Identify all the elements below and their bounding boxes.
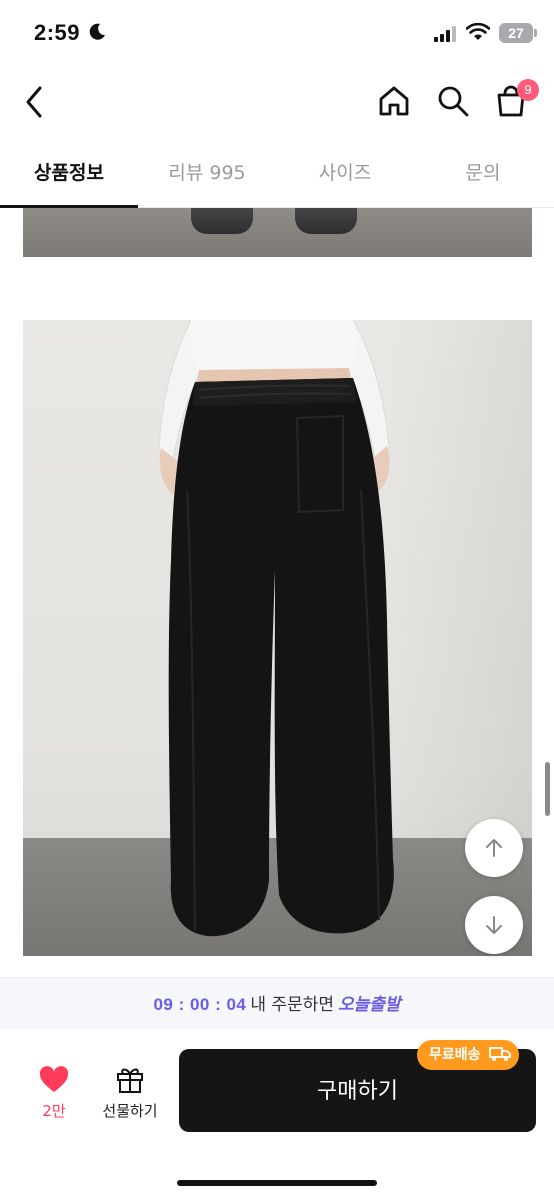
tab-inquiry[interactable]: 문의 xyxy=(414,158,552,185)
countdown-text: 내 주문하면 xyxy=(250,995,334,1015)
tab-size[interactable]: 사이즈 xyxy=(276,158,414,185)
heart-icon xyxy=(39,1066,69,1092)
status-bar: 2:59 27 xyxy=(0,0,554,66)
gift-icon xyxy=(117,1068,143,1093)
battery-tip xyxy=(534,29,537,37)
search-icon[interactable] xyxy=(436,84,470,118)
free-shipping-badge: 무료배송 xyxy=(417,1040,520,1070)
like-count: 2만 xyxy=(42,1102,66,1120)
status-time: 2:59 xyxy=(34,20,81,45)
model-wearing-pants xyxy=(158,320,394,937)
cellular-signal-icon xyxy=(434,26,456,42)
shoe-left xyxy=(191,208,253,234)
bottom-action-bar: 2만 선물하기 구매하기 무료배송 xyxy=(0,1030,554,1200)
free-shipping-label: 무료배송 xyxy=(429,1047,481,1063)
scroll-up-button[interactable] xyxy=(465,819,523,877)
like-button[interactable]: 2만 xyxy=(28,1066,80,1121)
truck-icon xyxy=(489,1047,512,1061)
navigation-bar: 9 xyxy=(0,66,554,138)
product-image-main xyxy=(23,320,532,956)
moon-icon xyxy=(89,23,105,40)
scroll-down-button[interactable] xyxy=(465,896,523,954)
gift-label: 선물하기 xyxy=(102,1102,158,1120)
shipping-countdown-bar: 09 : 00 : 04 내 주문하면 오늘출발 xyxy=(0,977,554,1030)
gift-button[interactable]: 선물하기 xyxy=(94,1064,166,1121)
cart-count-badge: 9 xyxy=(517,79,539,101)
ship-today-label: 오늘출발 xyxy=(338,995,401,1015)
home-icon[interactable] xyxy=(377,84,411,118)
product-tabs: 상품정보 리뷰 995 사이즈 문의 xyxy=(0,138,554,208)
tab-product-info[interactable]: 상품정보 xyxy=(0,158,138,185)
wifi-icon xyxy=(466,22,490,40)
arrow-up-icon xyxy=(486,839,502,857)
scrollbar[interactable] xyxy=(545,762,550,816)
tab-reviews[interactable]: 리뷰 995 xyxy=(138,158,276,185)
product-image-top xyxy=(23,208,532,257)
arrow-down-icon xyxy=(486,916,502,934)
home-indicator xyxy=(177,1180,377,1186)
shoe-right xyxy=(295,208,357,234)
countdown-timer: 09 : 00 : 04 xyxy=(153,995,247,1014)
battery-indicator: 27 xyxy=(499,23,533,43)
back-icon[interactable] xyxy=(22,84,48,120)
